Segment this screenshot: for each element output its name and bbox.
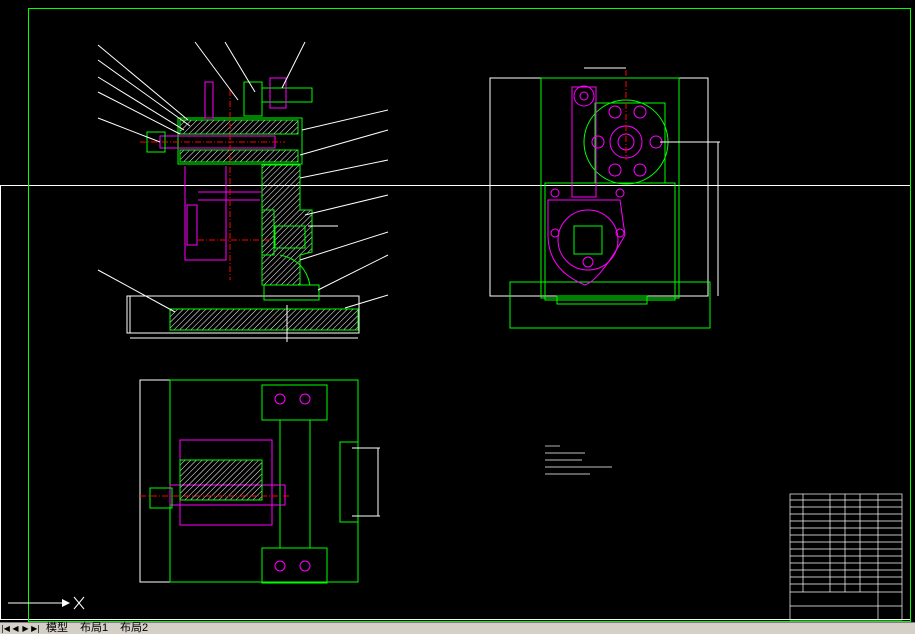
first-tab-icon[interactable]: |◀ <box>1 624 10 634</box>
front-view <box>97 41 389 342</box>
technical-notes <box>545 445 612 475</box>
prev-tab-icon[interactable]: ◀ <box>11 624 20 634</box>
next-tab-icon[interactable]: ▶ <box>21 624 30 634</box>
last-tab-icon[interactable]: ▶| <box>31 624 40 634</box>
tab-layout2[interactable]: 布局2 <box>120 623 148 634</box>
layout-tab-bar: |◀ ◀ ▶ ▶| 模型 布局1 布局2 <box>0 622 915 634</box>
top-view <box>139 379 380 584</box>
cad-drawing <box>0 8 911 622</box>
tab-model[interactable]: 模型 <box>46 623 68 634</box>
drawing-canvas[interactable] <box>0 0 915 622</box>
tab-layout1[interactable]: 布局1 <box>80 623 108 634</box>
ucs-axis-icon <box>8 596 85 610</box>
title-block <box>789 493 903 621</box>
side-view <box>489 67 720 329</box>
